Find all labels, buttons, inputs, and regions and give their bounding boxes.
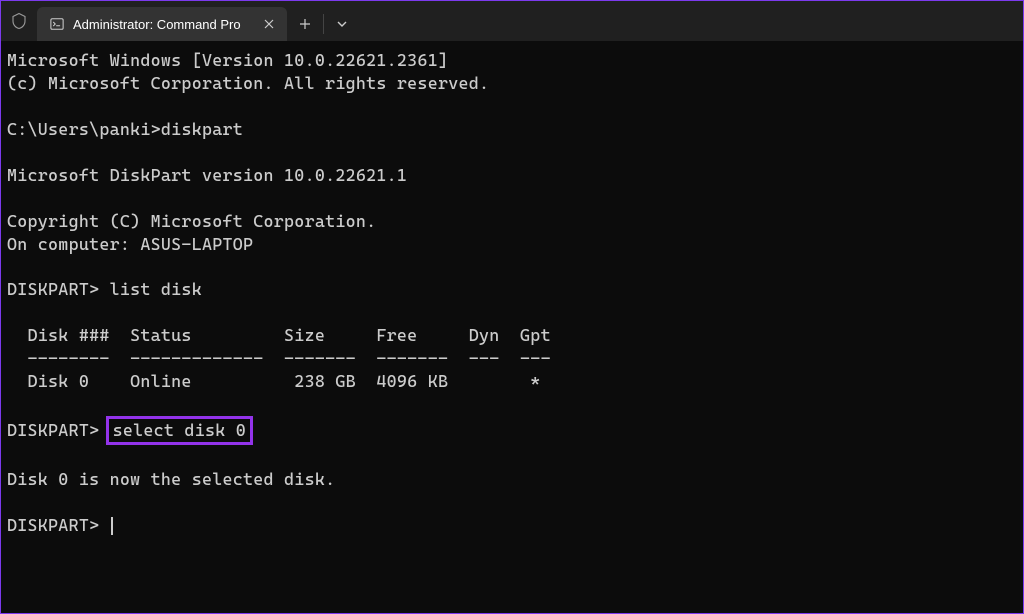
tab-dropdown-button[interactable] <box>324 7 360 41</box>
tab-title: Administrator: Command Pro <box>73 17 253 32</box>
prompt-path: C:\Users\panki> <box>7 119 161 139</box>
disk-table-row: Disk 0 Online 238 GB 4096 KB * <box>7 371 541 391</box>
terminal-content[interactable]: Microsoft Windows [Version 10.0.22621.23… <box>1 41 1023 545</box>
command-list-disk: list disk <box>110 279 202 299</box>
terminal-icon <box>49 16 65 32</box>
disk-table-header: Disk ### Status Size Free Dyn Gpt <box>7 325 551 345</box>
windows-version-line: Microsoft Windows [Version 10.0.22621.23… <box>7 50 448 70</box>
disk-table-divider: -------- ------------- ------- ------- -… <box>7 348 551 368</box>
text-cursor <box>111 517 113 535</box>
command-diskpart: diskpart <box>161 119 243 139</box>
copyright-line: (c) Microsoft Corporation. All rights re… <box>7 73 489 93</box>
diskpart-version-line: Microsoft DiskPart version 10.0.22621.1 <box>7 165 407 185</box>
highlighted-command: select disk 0 <box>106 416 253 445</box>
diskpart-prompt: DISKPART> <box>7 515 110 535</box>
app-shield-icon <box>1 1 37 41</box>
diskpart-copyright-line: Copyright (C) Microsoft Corporation. <box>7 211 376 231</box>
titlebar: Administrator: Command Pro <box>1 1 1023 41</box>
diskpart-result-line: Disk 0 is now the selected disk. <box>7 469 335 489</box>
terminal-tab[interactable]: Administrator: Command Pro <box>37 7 287 41</box>
command-select-disk: select disk 0 <box>113 420 246 440</box>
diskpart-prompt: DISKPART> <box>7 279 110 299</box>
new-tab-button[interactable] <box>287 7 323 41</box>
close-tab-button[interactable] <box>261 16 277 32</box>
diskpart-prompt: DISKPART> <box>7 420 110 440</box>
diskpart-computer-line: On computer: ASUS-LAPTOP <box>7 234 253 254</box>
